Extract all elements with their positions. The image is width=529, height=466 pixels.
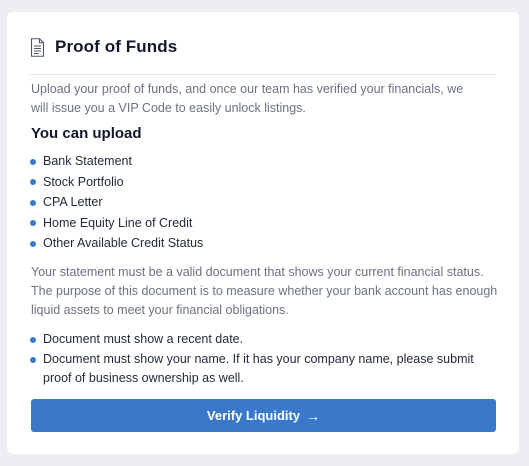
- list-item-label: Home Equity Line of Credit: [43, 215, 193, 230]
- card-header: Proof of Funds: [30, 37, 177, 57]
- list-item-label: Document must show your name. If it has …: [43, 352, 474, 385]
- bullet-dot: [30, 158, 36, 165]
- document-icon: [30, 37, 45, 57]
- intro-text: Upload your proof of funds, and once our…: [31, 82, 464, 115]
- upload-heading: You can upload: [31, 125, 142, 142]
- bullet-dot: [30, 336, 36, 343]
- list-item: Home Equity Line of Credit: [30, 214, 203, 235]
- bullet-dot: [30, 220, 36, 226]
- statement-text: Your statement must be a valid document …: [31, 265, 498, 317]
- bullet-dot: [30, 240, 36, 247]
- list-item: CPA Letter: [30, 193, 203, 214]
- arrow-right-icon: →: [306, 407, 321, 424]
- list-item: Stock Portfolio: [30, 173, 203, 194]
- proof-of-funds-card: Proof of Funds Upload your proof of fund…: [7, 12, 519, 454]
- list-item-label: Other Available Credit Status: [43, 236, 204, 250]
- bullet-dot: [30, 199, 36, 206]
- requirements-list: Document must show a recent date. Docume…: [30, 330, 500, 389]
- bullet-dot: [30, 179, 36, 185]
- list-item: Document must show a recent date.: [30, 330, 500, 349]
- list-item: Document must show your name. If it has …: [30, 350, 500, 388]
- list-item-label: Bank Statement: [43, 154, 132, 168]
- upload-list: Bank Statement Stock Portfolio CPA Lette…: [30, 152, 203, 255]
- verify-liquidity-button[interactable]: Verify Liquidity →: [31, 399, 496, 432]
- list-item: Bank Statement: [30, 152, 203, 173]
- card-title: Proof of Funds: [55, 37, 178, 56]
- button-label: Verify Liquidity: [206, 408, 301, 423]
- list-item: Other Available Credit Status: [30, 234, 203, 255]
- header-divider: [30, 74, 496, 75]
- list-item-label: Stock Portfolio: [43, 174, 124, 189]
- list-item-label: Document must show a recent date.: [43, 332, 244, 346]
- list-item-label: CPA Letter: [43, 195, 103, 209]
- bullet-dot: [30, 356, 36, 363]
